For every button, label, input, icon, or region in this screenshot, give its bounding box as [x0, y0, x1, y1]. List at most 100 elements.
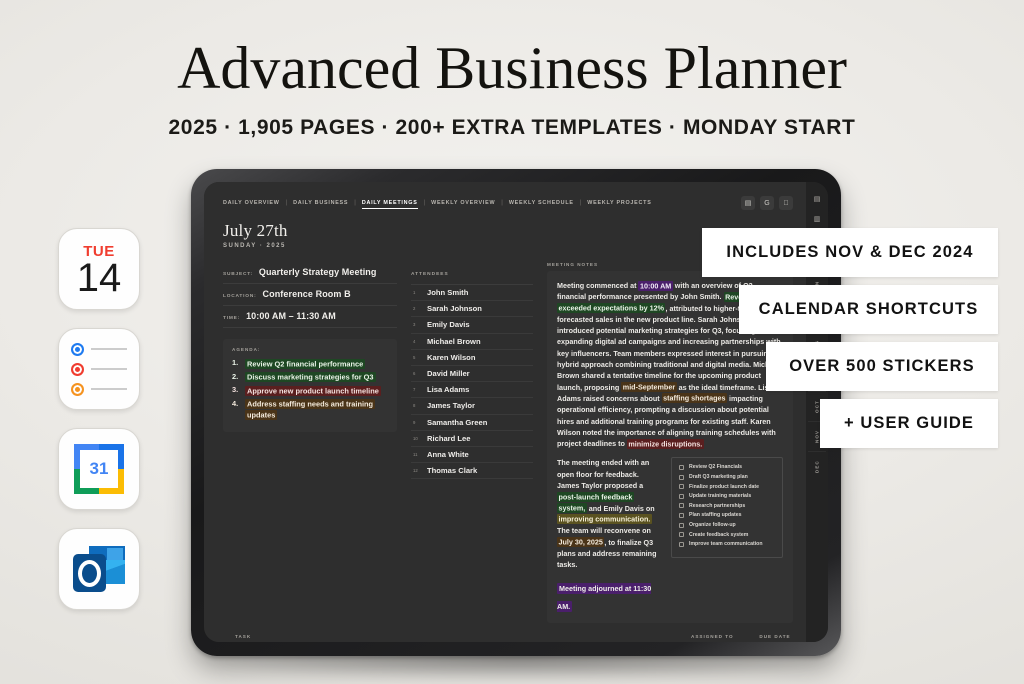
checklist-checkbox[interactable]	[679, 541, 684, 547]
checklist-item[interactable]: Update training materials	[679, 493, 775, 499]
checklist-checkbox[interactable]	[679, 532, 684, 538]
attendee-row[interactable]: 10 Richard Lee	[411, 431, 533, 447]
checklist-checkbox[interactable]	[679, 512, 684, 518]
nav-tab-weekly-overview[interactable]: WEEKLY OVERVIEW	[431, 198, 495, 208]
checklist-label: Draft Q3 marketing plan	[689, 474, 748, 481]
attendee-number: 3	[413, 322, 416, 328]
field-subject-label: SUBJECT:	[223, 272, 253, 277]
reminder-dot-red	[71, 362, 84, 376]
checklist-label: Research partnerships	[689, 502, 746, 509]
checklist-label: Update training materials	[689, 493, 752, 500]
page-title: Advanced Business Planner	[177, 35, 847, 101]
agenda-item-number: 1.	[232, 358, 239, 367]
field-location[interactable]: LOCATION: Conference Room B	[223, 284, 397, 306]
agenda-item-number: 4.	[232, 398, 239, 408]
notes-highlight: post-launch feedback system,	[557, 491, 634, 514]
attendee-number: 5	[413, 354, 416, 360]
attendee-row[interactable]: 9 Samantha Green	[411, 415, 533, 431]
agenda-item[interactable]: 3. Approve new product launch timeline	[232, 385, 388, 396]
checklist-item[interactable]: Draft Q3 marketing plan	[679, 474, 775, 480]
page-subtitle: 2025 · 1,905 PAGES · 200+ EXTRA TEMPLATE…	[168, 116, 856, 139]
agenda-panel: AGENDA: 1. Review Q2 financial performanc…	[223, 339, 397, 432]
nav-tab-daily-overview[interactable]: DAILY OVERVIEW	[223, 198, 280, 208]
nav-tab-daily-business[interactable]: DAILY BUSINESS	[293, 198, 348, 208]
attendee-row[interactable]: 8 James Taylor	[411, 398, 533, 415]
agenda-item[interactable]: 4. Address staffing needs and training up…	[232, 399, 388, 421]
checklist-checkbox[interactable]	[679, 484, 684, 490]
notes-highlight: 10:00 AM	[638, 280, 673, 291]
checklist-checkbox[interactable]	[679, 503, 684, 509]
attendee-name: David Miller	[427, 369, 470, 379]
attendee-row[interactable]: 3 Emily Davis	[411, 317, 533, 334]
attendee-number: 7	[413, 387, 416, 393]
list-icon[interactable]: ▤	[809, 192, 825, 206]
checklist-item[interactable]: Create feedback system	[679, 532, 775, 538]
task-table: TASK ASSIGNED TO DUE DATE Finalize Q3 ma…	[223, 634, 793, 642]
apple-icon[interactable]: 	[779, 196, 793, 210]
attendee-list: 1 John Smith 2 Sarah Johnson 3 Emily Davis 4 Mi…	[411, 285, 533, 480]
attendees-label: ATTENDEES	[411, 272, 449, 277]
checklist-item[interactable]: Improve team communication	[679, 541, 775, 547]
briefcase-icon[interactable]: ▥	[809, 212, 825, 226]
attendee-name: Thomas Clark	[427, 466, 478, 476]
checklist-item[interactable]: Review Q2 Financials	[679, 464, 775, 470]
agenda-item-text: Approve new product launch timeline	[245, 385, 381, 396]
attendee-row[interactable]: 1 John Smith	[411, 285, 533, 302]
attendee-number: 10	[413, 435, 418, 441]
reminder-dot-blue	[71, 342, 84, 356]
nav-tab-daily-meetings[interactable]: DAILY MEETINGS	[361, 198, 418, 209]
agenda-item-text: Review Q2 financial performance	[245, 358, 366, 369]
checklist-checkbox[interactable]	[679, 464, 684, 470]
attendee-row[interactable]: 11 Anna White	[411, 447, 533, 464]
checklist-checkbox[interactable]	[679, 474, 684, 480]
notes-highlight: mid-September	[621, 382, 677, 393]
attendee-row[interactable]: 7 Lisa Adams	[411, 382, 533, 399]
agenda-item[interactable]: 1. Review Q2 financial performance	[232, 358, 388, 369]
attendee-row[interactable]: 4 Michael Brown	[411, 334, 533, 350]
attendee-number: 6	[413, 371, 416, 377]
app-icon-rail: TUE 14 31	[58, 228, 140, 610]
notes-highlight: improving communication.	[557, 514, 652, 525]
checklist-item[interactable]: Finalize product launch date	[679, 484, 775, 490]
attendee-number: 8	[413, 403, 416, 409]
agenda-list: 1. Review Q2 financial performance 2. Discu…	[232, 358, 388, 421]
checklist-label: Review Q2 Financials	[689, 464, 743, 471]
field-subject-value: Quarterly Strategy Meeting	[258, 267, 377, 277]
nav-tab-weekly-schedule[interactable]: WEEKLY SCHEDULE	[509, 198, 574, 208]
attendee-row[interactable]: 2 Sarah Johnson	[411, 301, 533, 318]
field-location-value: Conference Room B	[262, 289, 351, 299]
field-time-value: 10:00 AM – 11:30 AM	[246, 311, 336, 321]
col-header-task: TASK	[235, 634, 252, 640]
attendee-row[interactable]: 6 David Miller	[411, 366, 533, 383]
month-tab-dec[interactable]: DEC	[808, 451, 826, 481]
microsoft-outlook-icon[interactable]	[58, 528, 140, 610]
reminder-dot-orange	[71, 382, 84, 396]
attendee-name: James Taylor	[427, 401, 475, 411]
action-checklist[interactable]: Review Q2 Financials Draft Q3 marketing p…	[671, 457, 783, 558]
field-subject[interactable]: SUBJECT: Quarterly Strategy Meeting	[223, 262, 397, 284]
google-icon[interactable]: G	[760, 196, 774, 210]
meeting-details-column: SUBJECT: Quarterly Strategy Meeting LOCA…	[223, 262, 397, 623]
google-calendar-icon[interactable]: 31	[58, 428, 140, 510]
checklist-checkbox[interactable]	[679, 522, 684, 528]
field-time[interactable]: TIME: 10:00 AM – 11:30 AM	[223, 306, 397, 328]
checklist-checkbox[interactable]	[679, 493, 684, 499]
checklist-item[interactable]: Research partnerships	[679, 503, 775, 509]
checklist-label: Plan staffing updates	[689, 512, 742, 519]
nav-tab-weekly-projects[interactable]: WEEKLY PROJECTS	[587, 198, 651, 208]
meeting-adjourned-text: Meeting adjourned at 11:30 AM.	[557, 583, 652, 613]
attendee-row[interactable]: 12 Thomas Clark	[411, 463, 533, 480]
field-location-label: LOCATION:	[223, 294, 257, 299]
apple-reminders-icon[interactable]	[58, 328, 140, 410]
checklist-item[interactable]: Organize follow-up	[679, 522, 775, 528]
apple-calendar-icon[interactable]: TUE 14	[58, 228, 140, 310]
checklist-item[interactable]: Plan staffing updates	[679, 512, 775, 518]
col-header-assigned: ASSIGNED TO	[691, 634, 734, 640]
attendee-name: Karen Wilson	[427, 352, 476, 362]
device-icon[interactable]: ▤	[741, 196, 755, 210]
attendee-row[interactable]: 5 Karen Wilson	[411, 350, 533, 366]
meeting-adjourned: Meeting adjourned at 11:30 AM.	[557, 578, 662, 614]
attendee-name: Samantha Green	[427, 417, 488, 427]
nav-app-buttons: ▤ G 	[741, 196, 793, 210]
agenda-item[interactable]: 2. Discuss marketing strategies for Q3	[232, 372, 388, 383]
